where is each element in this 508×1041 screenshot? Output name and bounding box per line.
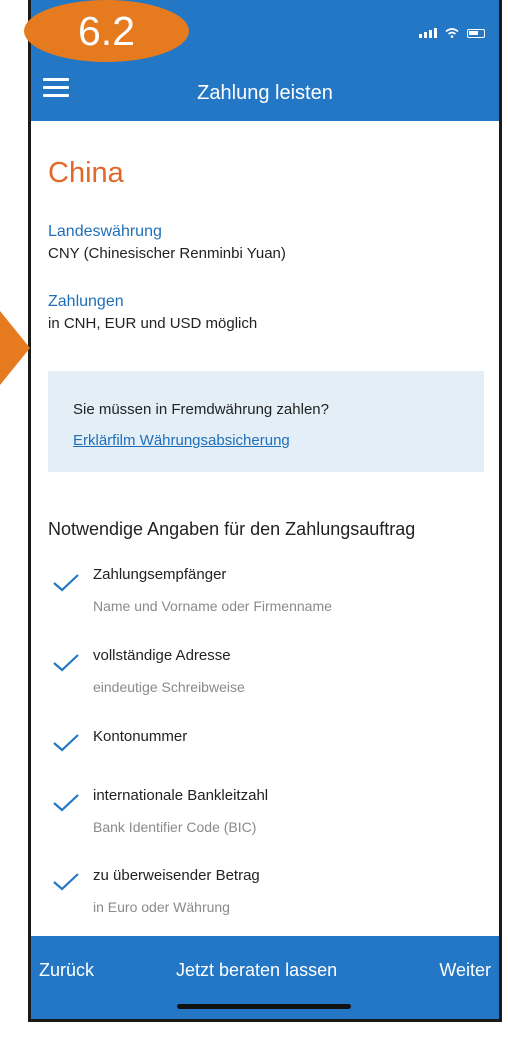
requirement-subtitle: in Euro oder Währung xyxy=(93,899,230,915)
checkmark-icon xyxy=(53,734,79,752)
requirement-subtitle: eindeutige Schreibweise xyxy=(93,679,245,695)
main-content: China Landeswährung CNY (Chinesischer Re… xyxy=(31,121,499,812)
info-box: Sie müssen in Fremdwährung zahlen? Erklä… xyxy=(48,371,484,472)
info-question: Sie müssen in Fremdwährung zahlen? xyxy=(73,401,329,418)
checkmark-icon xyxy=(53,574,79,592)
requirement-title: Zahlungsempfänger xyxy=(93,566,227,583)
advise-button[interactable]: Jetzt beraten lassen xyxy=(176,960,337,981)
wifi-icon xyxy=(445,28,459,38)
bottom-bar: Zurück Jetzt beraten lassen Weiter xyxy=(31,936,499,1019)
status-icons xyxy=(419,28,485,38)
explainer-video-link[interactable]: Erklärfilm Währungsabsicherung xyxy=(73,432,290,449)
pointer-arrow xyxy=(0,311,30,385)
requirements-heading: Notwendige Angaben für den Zahlungsauftr… xyxy=(48,519,416,539)
checkmark-icon xyxy=(53,654,79,672)
currency-value: CNY (Chinesischer Renminbi Yuan) xyxy=(48,245,286,262)
nav-bar: Zahlung leisten xyxy=(31,66,499,121)
battery-icon xyxy=(467,28,485,38)
requirement-title: internationale Bankleitzahl xyxy=(93,787,269,804)
checkmark-icon xyxy=(53,794,79,812)
back-button[interactable]: Zurück xyxy=(39,960,94,981)
requirement-subtitle: Name und Vorname oder Firmenname xyxy=(93,598,332,614)
currency-label: Landeswährung xyxy=(48,223,162,240)
signal-icon xyxy=(419,28,437,38)
payments-value: in CNH, EUR und USD möglich xyxy=(48,315,258,332)
requirement-subtitle: Bank Identifier Code (BIC) xyxy=(93,819,257,835)
checkmark-icon xyxy=(53,873,79,891)
next-button[interactable]: Weiter xyxy=(439,960,491,981)
requirement-title: zu überweisender Betrag xyxy=(93,867,260,884)
payments-label: Zahlungen xyxy=(48,293,124,310)
home-indicator xyxy=(177,1004,351,1009)
requirement-title: Kontonummer xyxy=(93,728,188,745)
page-title: Zahlung leisten xyxy=(197,82,333,104)
country-name: China xyxy=(48,157,124,189)
phone-screen: Zahlung leisten China Landeswährung CNY … xyxy=(28,0,502,1022)
requirement-title: vollständige Adresse xyxy=(93,647,231,664)
step-badge: 6.2 xyxy=(24,0,189,62)
